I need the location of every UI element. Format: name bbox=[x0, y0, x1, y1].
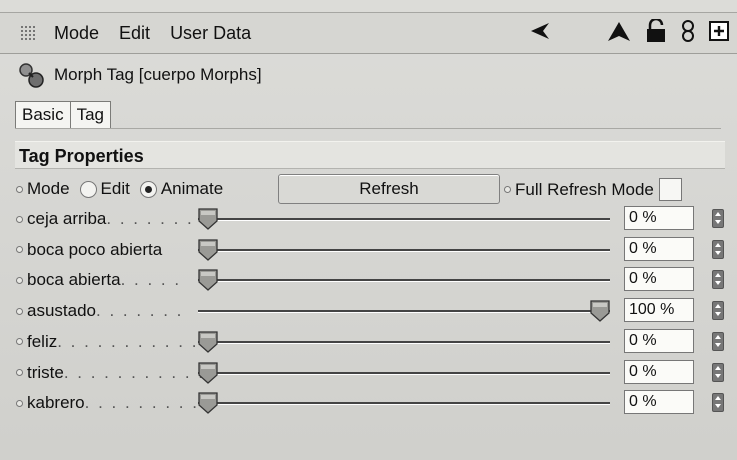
slider-label-text: ceja arriba bbox=[27, 209, 107, 228]
stepper-arrows-icon[interactable] bbox=[712, 239, 724, 259]
morph-slider-row: boca abierta. . . . . 0 % bbox=[16, 266, 724, 294]
animation-dot-icon[interactable] bbox=[16, 246, 23, 254]
stepper-arrows-icon[interactable] bbox=[712, 331, 724, 351]
full-refresh-label: Full Refresh Mode bbox=[515, 179, 654, 199]
link-icon[interactable] bbox=[681, 19, 695, 43]
tab-basic[interactable]: Basic bbox=[15, 101, 71, 129]
object-title: Morph Tag [cuerpo Morphs] bbox=[54, 65, 262, 84]
menu-bar: Mode Edit User Data bbox=[0, 12, 737, 54]
slider-label: ceja arriba. . . . . . . bbox=[16, 209, 194, 229]
refresh-button[interactable]: Refresh bbox=[278, 174, 500, 204]
morph-slider-row: feliz. . . . . . . . . . . . 0 % bbox=[16, 328, 724, 356]
section-title: Tag Properties bbox=[15, 141, 725, 169]
stepper-arrows-icon[interactable] bbox=[712, 209, 724, 228]
stepper-arrows-icon[interactable] bbox=[712, 393, 724, 413]
slider-label: boca abierta. . . . . bbox=[16, 270, 181, 290]
slider-value-input[interactable]: 0 % bbox=[624, 359, 694, 384]
slider-thumb[interactable] bbox=[198, 331, 218, 353]
slider-thumb[interactable] bbox=[198, 269, 218, 292]
slider-label: feliz. . . . . . . . . . . . bbox=[16, 332, 212, 352]
slider-thumb[interactable] bbox=[590, 300, 610, 322]
slider-thumb[interactable] bbox=[198, 208, 218, 230]
slider-track[interactable] bbox=[198, 340, 610, 344]
leader-dots: . . . . . . . . . . . bbox=[63, 362, 206, 382]
leader-dots: . . . . . . . . . bbox=[84, 393, 199, 413]
tab-divider bbox=[15, 128, 721, 129]
radio-edit[interactable] bbox=[79, 180, 97, 198]
slider-track[interactable] bbox=[198, 371, 610, 375]
grip-icon[interactable] bbox=[20, 25, 36, 41]
leader-dots: . . . . . . . . . . . . bbox=[57, 331, 212, 351]
slider-track[interactable] bbox=[198, 218, 610, 221]
leader-dots: . . . . . . . bbox=[106, 209, 194, 228]
slider-thumb[interactable] bbox=[198, 239, 218, 261]
leader-dots: . . . . . . . bbox=[96, 301, 184, 321]
full-refresh-control: Full Refresh Mode bbox=[504, 178, 682, 201]
slider-label-text: triste bbox=[27, 362, 64, 382]
mode-row: Mode Edit Animate Refresh Full Refresh M… bbox=[16, 174, 721, 204]
full-refresh-checkbox[interactable] bbox=[658, 178, 682, 201]
animation-dot-icon[interactable] bbox=[504, 186, 511, 193]
stepper-arrows-icon[interactable] bbox=[712, 362, 724, 382]
new-window-icon[interactable] bbox=[709, 21, 729, 41]
stepper-arrows-icon[interactable] bbox=[712, 270, 724, 290]
menu-item-mode[interactable]: Mode bbox=[54, 23, 99, 44]
slider-value-input[interactable]: 0 % bbox=[624, 206, 694, 230]
mode-label: Mode bbox=[27, 179, 70, 198]
animation-dot-icon[interactable] bbox=[16, 399, 23, 407]
attributes-panel: Mode Edit User Data Morph Tag [cuerpo Mo… bbox=[0, 0, 737, 460]
morph-slider-row: kabrero. . . . . . . . . 0 % bbox=[16, 389, 724, 417]
slider-label-text: boca poco abierta bbox=[27, 239, 163, 259]
slider-track[interactable] bbox=[198, 310, 610, 314]
slider-label-text: kabrero bbox=[27, 393, 85, 413]
animation-dot-icon[interactable] bbox=[16, 338, 23, 346]
lock-open-icon[interactable] bbox=[645, 19, 667, 43]
slider-track[interactable] bbox=[198, 248, 610, 252]
slider-label: triste. . . . . . . . . . . bbox=[16, 363, 205, 383]
slider-label-text: asustado bbox=[27, 301, 96, 321]
animation-dot-icon[interactable] bbox=[16, 369, 23, 376]
radio-edit-label: Edit bbox=[100, 179, 130, 198]
slider-label-text: boca abierta bbox=[27, 270, 121, 290]
slider-thumb[interactable] bbox=[198, 361, 218, 384]
toolbar-icons bbox=[529, 19, 729, 43]
morph-slider-row: ceja arriba. . . . . . . 0 % bbox=[16, 205, 724, 233]
back-arrow-icon[interactable] bbox=[529, 20, 551, 42]
slider-value-input[interactable]: 0 % bbox=[624, 267, 694, 292]
tab-tag[interactable]: Tag bbox=[69, 101, 111, 129]
animation-dot-icon[interactable] bbox=[16, 215, 23, 223]
slider-label: asustado. . . . . . . bbox=[16, 301, 183, 321]
morph-slider-row: asustado. . . . . . . 100 % bbox=[16, 297, 724, 325]
morph-slider-row: boca poco abierta 0 % bbox=[16, 236, 724, 264]
slider-label: boca poco abierta bbox=[16, 240, 162, 260]
stepper-arrows-icon[interactable] bbox=[712, 301, 724, 321]
morph-slider-row: triste. . . . . . . . . . . 0 % bbox=[16, 359, 724, 387]
animation-dot-icon[interactable] bbox=[16, 276, 23, 284]
slider-value-input[interactable]: 0 % bbox=[624, 390, 694, 415]
radio-animate[interactable] bbox=[139, 180, 157, 198]
slider-track[interactable] bbox=[198, 402, 610, 406]
menu-item-user-data[interactable]: User Data bbox=[170, 23, 251, 44]
morph-tag-icon bbox=[19, 63, 44, 88]
animation-dot-icon[interactable] bbox=[16, 307, 23, 315]
radio-animate-label: Animate bbox=[160, 179, 224, 198]
slider-label: kabrero. . . . . . . . . bbox=[16, 393, 199, 413]
slider-value-input[interactable]: 0 % bbox=[624, 236, 694, 261]
leader-dots: . . . . . bbox=[120, 270, 182, 290]
slider-label-text: feliz bbox=[27, 331, 58, 351]
tab-bar: Basic Tag bbox=[15, 101, 111, 129]
slider-value-input[interactable]: 0 % bbox=[624, 328, 694, 353]
animation-dot-icon[interactable] bbox=[16, 185, 23, 193]
up-arrow-icon[interactable] bbox=[607, 20, 631, 42]
slider-track[interactable] bbox=[198, 279, 610, 283]
slider-value-input[interactable]: 100 % bbox=[624, 298, 694, 323]
object-header: Morph Tag [cuerpo Morphs] bbox=[16, 56, 262, 94]
menu-item-edit[interactable]: Edit bbox=[119, 23, 150, 44]
slider-thumb[interactable] bbox=[198, 392, 218, 415]
